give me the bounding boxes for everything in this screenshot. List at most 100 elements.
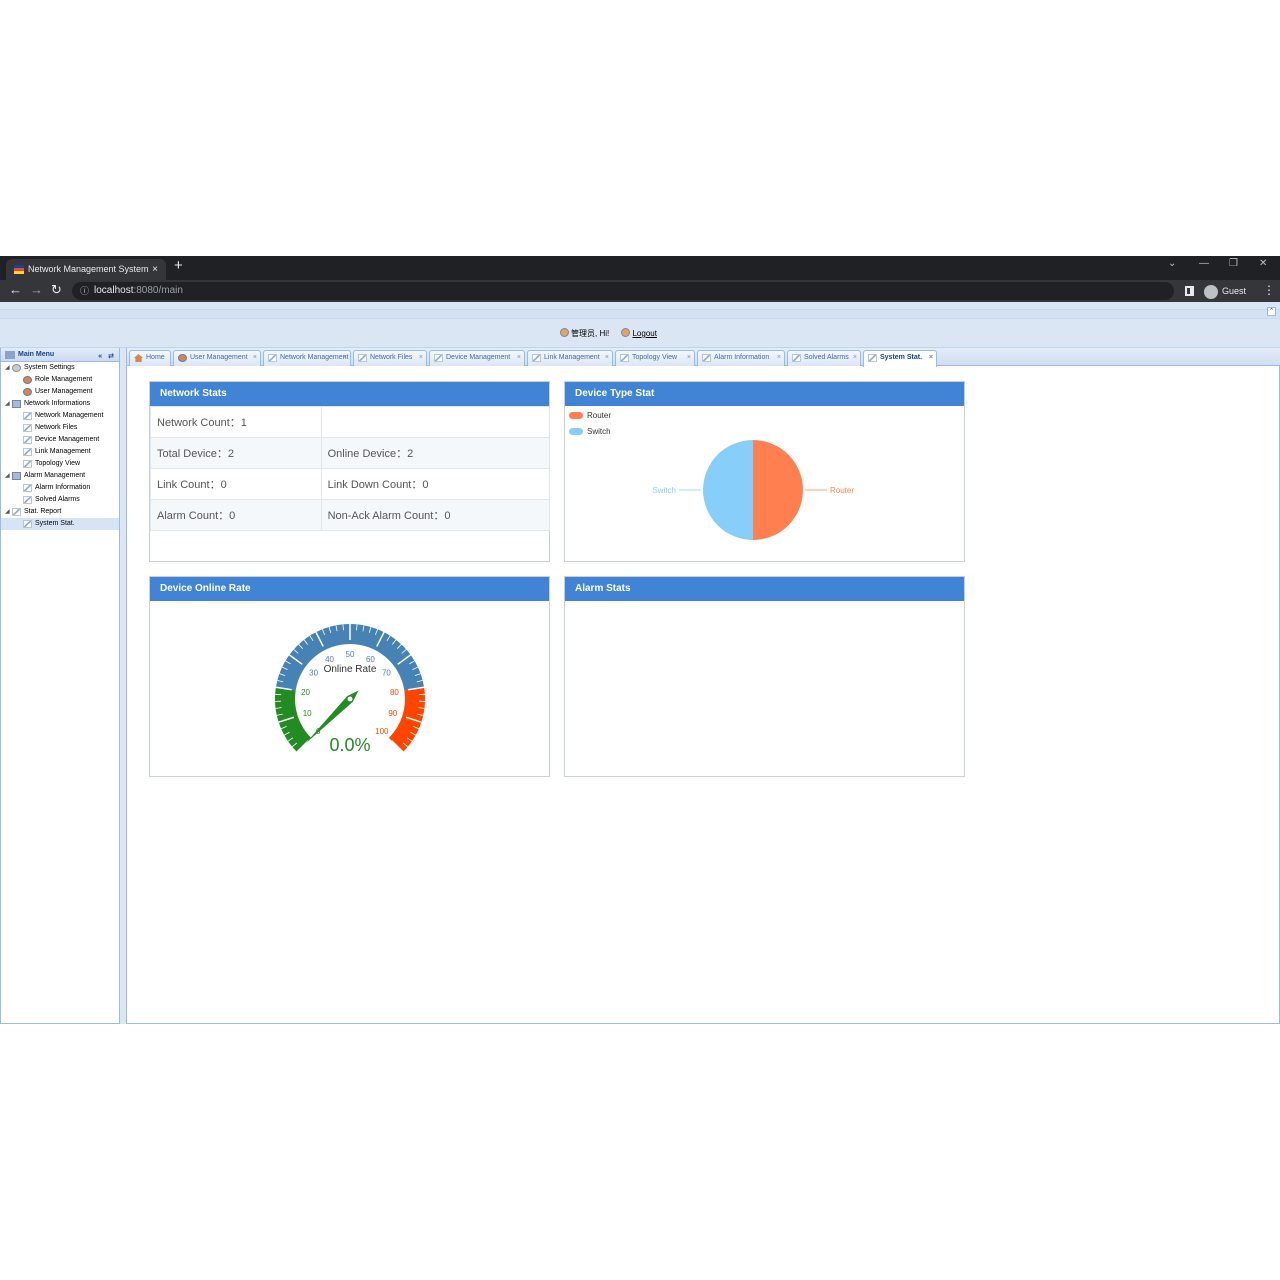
tab-close-icon[interactable]: ×: [687, 351, 691, 365]
back-arrow-icon[interactable]: ←: [9, 282, 22, 297]
pie-slice-router[interactable]: [753, 440, 803, 540]
tab-close-icon[interactable]: ×: [419, 351, 423, 365]
expand-arrow-icon[interactable]: ◢: [5, 506, 10, 518]
gauge-tick-label: 80: [390, 688, 399, 697]
tab-label: User Management: [190, 354, 248, 361]
tab-close-icon[interactable]: ×: [605, 351, 609, 365]
site-info-icon[interactable]: ⓘ: [80, 282, 89, 300]
expand-arrow-icon[interactable]: ◢: [5, 398, 10, 410]
browser-menu-icon[interactable]: ⋮: [1263, 283, 1275, 297]
menu-item-device-management[interactable]: Device Management: [1, 434, 119, 446]
side-panel-icon[interactable]: [1185, 286, 1194, 296]
tag-icon: [868, 354, 877, 362]
tab-close-icon[interactable]: ×: [517, 351, 521, 365]
tag-icon: [23, 436, 32, 444]
menu-item-label: Topology View: [35, 460, 81, 467]
tag-icon: [532, 354, 541, 362]
online-rate-gauge: 0102030405060708090100Online Rate0.0%: [150, 601, 549, 776]
menu-item-system-settings[interactable]: ◢ System Settings: [1, 362, 119, 374]
tab-close-icon[interactable]: ×: [853, 351, 857, 365]
tab-label: Link Management: [544, 354, 600, 361]
gauge-tick-label: 10: [303, 709, 312, 718]
menu-item-stat-report[interactable]: ◢ Stat. Report: [1, 506, 119, 518]
browser-tab-close-icon[interactable]: ×: [152, 259, 158, 280]
minimize-button[interactable]: —: [1199, 258, 1209, 269]
tag-icon: [23, 412, 32, 420]
tab-search-icon[interactable]: ⌄: [1168, 258, 1176, 269]
tab-topology-view[interactable]: Topology View ×: [615, 350, 695, 366]
tab-label: Topology View: [632, 354, 678, 361]
tab-label: Home: [146, 354, 165, 361]
stats-cell: Non-Ack Alarm Count：0: [320, 499, 551, 531]
tab-user-management[interactable]: User Management ×: [173, 350, 261, 366]
address-host: localhost: [94, 285, 134, 296]
app-header: ⌃ 管理员, Hi! Logout: [0, 302, 1280, 348]
legend-swatch: [569, 428, 583, 436]
tab-close-icon[interactable]: ×: [253, 351, 257, 365]
tab-solved-alarms[interactable]: Solved Alarms ×: [787, 350, 861, 366]
browser-tab[interactable]: Network Management System ×: [6, 259, 166, 280]
menu-item-network-management[interactable]: Network Management: [1, 410, 119, 422]
gauge-tick-label: 60: [366, 655, 375, 664]
sidebar-header: Main Menu « ⇄: [1, 348, 119, 362]
tab-alarm-information[interactable]: Alarm Information ×: [697, 350, 785, 366]
menu-item-user-management[interactable]: User Management: [1, 386, 119, 398]
stats-cell: [320, 406, 551, 438]
tab-home[interactable]: Home: [129, 350, 171, 366]
tab-close-icon[interactable]: ×: [929, 351, 933, 365]
menu-item-label: Network Management: [35, 412, 104, 419]
menu-tree: ◢ System Settings Role Management User Mana…: [1, 362, 119, 530]
close-window-button[interactable]: ✕: [1259, 258, 1267, 269]
greeting-text: 管理员, Hi!: [571, 329, 610, 338]
tab-close-icon[interactable]: ×: [343, 351, 347, 365]
gauge-tick-label: 70: [382, 669, 391, 678]
tab-device-management[interactable]: Device Management ×: [429, 350, 525, 366]
menu-item-alarm-management[interactable]: ◢ Alarm Management: [1, 470, 119, 482]
network-stats-table: Network Count：1 Total Device：2 Online Devi…: [150, 406, 551, 531]
menu-item-label: Alarm Management: [24, 472, 86, 479]
pie-legend: Router Switch: [569, 410, 611, 442]
menu-item-network-informations[interactable]: ◢ Network Informations: [1, 398, 119, 410]
tag-icon: [702, 354, 711, 362]
menu-item-system-stat[interactable]: System Stat.: [1, 518, 119, 530]
menu-item-link-management[interactable]: Link Management: [1, 446, 119, 458]
restore-button[interactable]: ❐: [1229, 258, 1238, 269]
forward-arrow-icon[interactable]: →: [30, 282, 43, 297]
stats-row: Network Count：1: [150, 406, 551, 438]
stats-cell: Network Count：1: [150, 406, 322, 438]
gauge-label: Online Rate: [324, 664, 377, 675]
logout-link[interactable]: Logout: [632, 329, 656, 338]
tab-network-files[interactable]: Network Files ×: [353, 350, 427, 366]
profile-button[interactable]: Guest: [1204, 283, 1246, 299]
expand-arrow-icon[interactable]: ◢: [5, 362, 10, 374]
legend-item[interactable]: Switch: [569, 426, 611, 442]
legend-item[interactable]: Router: [569, 410, 611, 426]
menu-panel-icon: [5, 351, 15, 359]
menu-item-alarm-information[interactable]: Alarm Information: [1, 482, 119, 494]
menu-item-solved-alarms[interactable]: Solved Alarms: [1, 494, 119, 506]
legend-label: Switch: [587, 427, 611, 436]
new-tab-button[interactable]: +: [174, 257, 183, 274]
menu-item-label: System Stat.: [35, 520, 75, 527]
address-bar[interactable]: ⓘ localhost:8080/main: [72, 282, 1174, 300]
menu-item-network-files[interactable]: Network Files: [1, 422, 119, 434]
collapse-header-button[interactable]: ⌃: [1267, 307, 1276, 316]
expand-arrow-icon[interactable]: ◢: [5, 470, 10, 482]
menu-item-role-management[interactable]: Role Management: [1, 374, 119, 386]
user-icon: [23, 388, 32, 396]
sidebar-title: Main Menu: [18, 351, 55, 358]
tab-link-management[interactable]: Link Management ×: [527, 350, 613, 366]
tab-label: Alarm Information: [714, 354, 770, 361]
tab-network-management[interactable]: Network Management ×: [263, 350, 351, 366]
gauge-needle-pivot: [347, 696, 353, 702]
pie-slice-switch[interactable]: [703, 440, 753, 540]
gauge-chart: 0102030405060708090100Online Rate0.0%: [275, 624, 426, 755]
menu-item-topology-view[interactable]: Topology View: [1, 458, 119, 470]
legend-label: Router: [587, 411, 612, 420]
tab-close-icon[interactable]: ×: [777, 351, 781, 365]
tag-icon: [12, 508, 21, 516]
reload-icon[interactable]: ↻: [51, 282, 62, 298]
stats-cell: Alarm Count：0: [150, 499, 322, 531]
tab-system-stat[interactable]: System Stat. ×: [863, 350, 937, 367]
stats-row: Total Device：2 Online Device：2: [150, 437, 551, 469]
